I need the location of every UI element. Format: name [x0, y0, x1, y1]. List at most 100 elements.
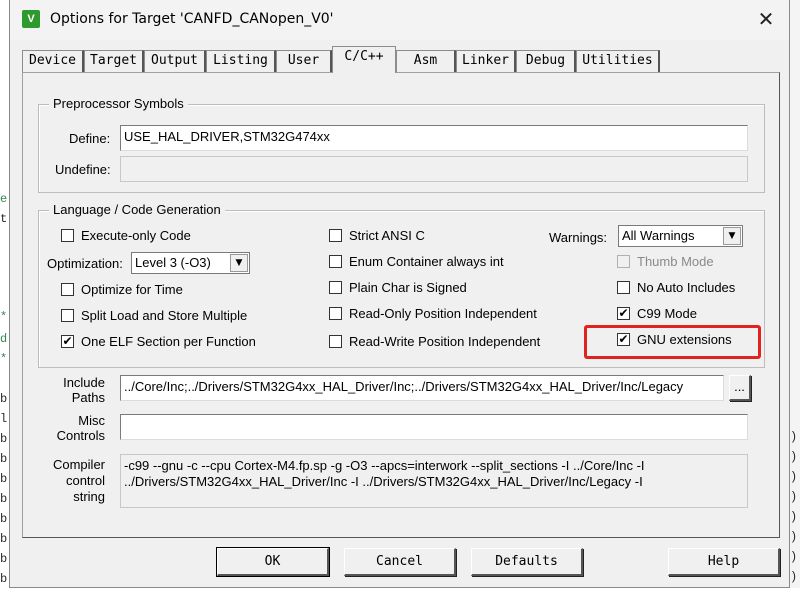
tab-listing[interactable]: Listing — [206, 50, 276, 72]
codegen-legend: Language / Code Generation — [49, 202, 225, 217]
background-editor-bottom — [0, 588, 800, 596]
strict-ansi-checkbox[interactable]: Strict ANSI C — [329, 228, 425, 243]
no-auto-includes-label: No Auto Includes — [637, 280, 736, 295]
editor-fragment: ) — [790, 530, 798, 544]
annotation-highlight-box — [584, 325, 761, 359]
chevron-down-icon[interactable]: ▼ — [723, 227, 741, 245]
misc-label-line1: Misc — [78, 413, 105, 428]
editor-fragment: b — [0, 532, 8, 546]
optimization-label: Optimization: — [47, 256, 123, 271]
cpp-options-panel: Preprocessor Symbols Define: USE_HAL_DRI… — [22, 72, 780, 538]
editor-fragment: b — [0, 492, 8, 506]
include-label-line1: Include — [63, 375, 105, 390]
warnings-label: Warnings: — [549, 230, 608, 245]
strict-ansi-label: Strict ANSI C — [349, 228, 425, 243]
editor-fragment: ) — [790, 430, 798, 444]
plain-char-checkbox[interactable]: Plain Char is Signed — [329, 280, 467, 295]
help-button[interactable]: Help — [668, 548, 780, 576]
editor-fragment: ) — [790, 470, 798, 484]
optimize-time-checkbox[interactable]: Optimize for Time — [61, 282, 183, 297]
tab-utilities[interactable]: Utilities — [576, 50, 660, 72]
defaults-button[interactable]: Defaults — [471, 548, 583, 576]
options-dialog: V Options for Target 'CANFD_CANopen_V0' … — [9, 0, 790, 588]
include-browse-button[interactable]: ... — [729, 375, 751, 401]
tab-debug[interactable]: Debug — [516, 50, 576, 72]
editor-fragment: b — [0, 572, 8, 586]
checkmark-icon: ✔ — [61, 334, 74, 348]
one-elf-checkbox[interactable]: ✔ One ELF Section per Function — [61, 334, 256, 349]
checkbox-box — [617, 255, 630, 268]
chevron-down-icon[interactable]: ▼ — [230, 254, 248, 272]
editor-fragment: ) — [790, 450, 798, 464]
enum-container-checkbox[interactable]: Enum Container always int — [329, 254, 504, 269]
tab-user[interactable]: User — [276, 50, 332, 72]
enum-container-label: Enum Container always int — [349, 254, 504, 269]
editor-fragment: b — [0, 432, 8, 446]
split-load-label: Split Load and Store Multiple — [81, 308, 248, 323]
checkmark-icon: ✔ — [617, 306, 630, 320]
tab-device[interactable]: Device — [22, 50, 84, 72]
tab-target[interactable]: Target — [84, 50, 144, 72]
warnings-select[interactable]: All Warnings ▼ — [618, 225, 743, 247]
include-paths-input[interactable]: ../Core/Inc;../Drivers/STM32G4xx_HAL_Dri… — [120, 375, 724, 401]
undefine-label: Undefine: — [55, 162, 111, 177]
compiler-string-line2: ../Drivers/STM32G4xx_HAL_Driver/Inc -I .… — [124, 474, 643, 489]
editor-fragment: b — [0, 512, 8, 526]
ok-button[interactable]: OK — [216, 547, 330, 577]
checkbox-box — [617, 281, 630, 294]
editor-fragment: * — [0, 310, 8, 324]
tab-asm[interactable]: Asm — [396, 50, 456, 72]
tab-output[interactable]: Output — [144, 50, 206, 72]
editor-fragment: ) — [790, 570, 798, 584]
optimization-select[interactable]: Level 3 (-O3) ▼ — [131, 252, 250, 274]
checkbox-box — [61, 229, 74, 242]
editor-fragment: t — [0, 212, 8, 226]
c99-mode-checkbox[interactable]: ✔ C99 Mode — [617, 306, 697, 321]
split-load-checkbox[interactable]: Split Load and Store Multiple — [61, 308, 247, 323]
include-label-line2: Paths — [71, 390, 105, 405]
checkbox-box — [329, 307, 342, 320]
editor-fragment: b — [0, 472, 8, 486]
editor-fragment: b — [0, 552, 8, 566]
warnings-value: All Warnings — [622, 228, 695, 243]
keil-app-icon: V — [22, 10, 40, 28]
editor-fragment: b — [0, 392, 8, 406]
plain-char-label: Plain Char is Signed — [349, 280, 467, 295]
checkbox-box — [61, 309, 74, 322]
compiler-string-line1: -c99 --gnu -c --cpu Cortex-M4.fp.sp -g -… — [124, 458, 645, 473]
compiler-label-line1: Compiler — [52, 457, 105, 472]
define-label: Define: — [69, 131, 111, 146]
compiler-control-label: Compiler control string — [49, 457, 105, 505]
define-input[interactable]: USE_HAL_DRIVER,STM32G474xx — [120, 125, 748, 151]
close-icon[interactable]: ✕ — [743, 0, 789, 40]
c99-mode-label: C99 Mode — [637, 306, 697, 321]
tab-linker[interactable]: Linker — [456, 50, 516, 72]
ro-position-label: Read-Only Position Independent — [349, 306, 537, 321]
editor-fragment: * — [0, 352, 8, 366]
thumb-mode-checkbox: Thumb Mode — [617, 254, 714, 269]
compiler-label-line2: control — [65, 473, 105, 488]
dialog-title: Options for Target 'CANFD_CANopen_V0' — [50, 11, 334, 27]
execute-only-checkbox[interactable]: Execute-only Code — [61, 228, 191, 243]
title-bar[interactable]: V Options for Target 'CANFD_CANopen_V0' … — [10, 0, 789, 40]
editor-fragment: e — [0, 192, 8, 206]
undefine-input[interactable] — [120, 156, 748, 182]
no-auto-includes-checkbox[interactable]: No Auto Includes — [617, 280, 735, 295]
compiler-control-string: -c99 --gnu -c --cpu Cortex-M4.fp.sp -g -… — [120, 454, 748, 508]
rw-position-label: Read-Write Position Independent — [349, 334, 541, 349]
editor-fragment: d — [0, 332, 8, 346]
tab-cpp[interactable]: C/C++ — [332, 46, 396, 73]
include-paths-label: Include Paths — [61, 375, 105, 405]
misc-controls-input[interactable] — [120, 414, 748, 440]
misc-controls-label: Misc Controls — [53, 413, 105, 443]
checkbox-box — [329, 281, 342, 294]
editor-fragment: ) — [790, 490, 798, 504]
rw-position-checkbox[interactable]: Read-Write Position Independent — [329, 334, 540, 349]
thumb-mode-label: Thumb Mode — [637, 254, 714, 269]
checkbox-box — [329, 229, 342, 242]
ro-position-checkbox[interactable]: Read-Only Position Independent — [329, 306, 537, 321]
compiler-label-line3: string — [73, 489, 105, 504]
cancel-button[interactable]: Cancel — [344, 548, 456, 576]
optimization-value: Level 3 (-O3) — [135, 255, 211, 270]
editor-fragment: ) — [790, 550, 798, 564]
